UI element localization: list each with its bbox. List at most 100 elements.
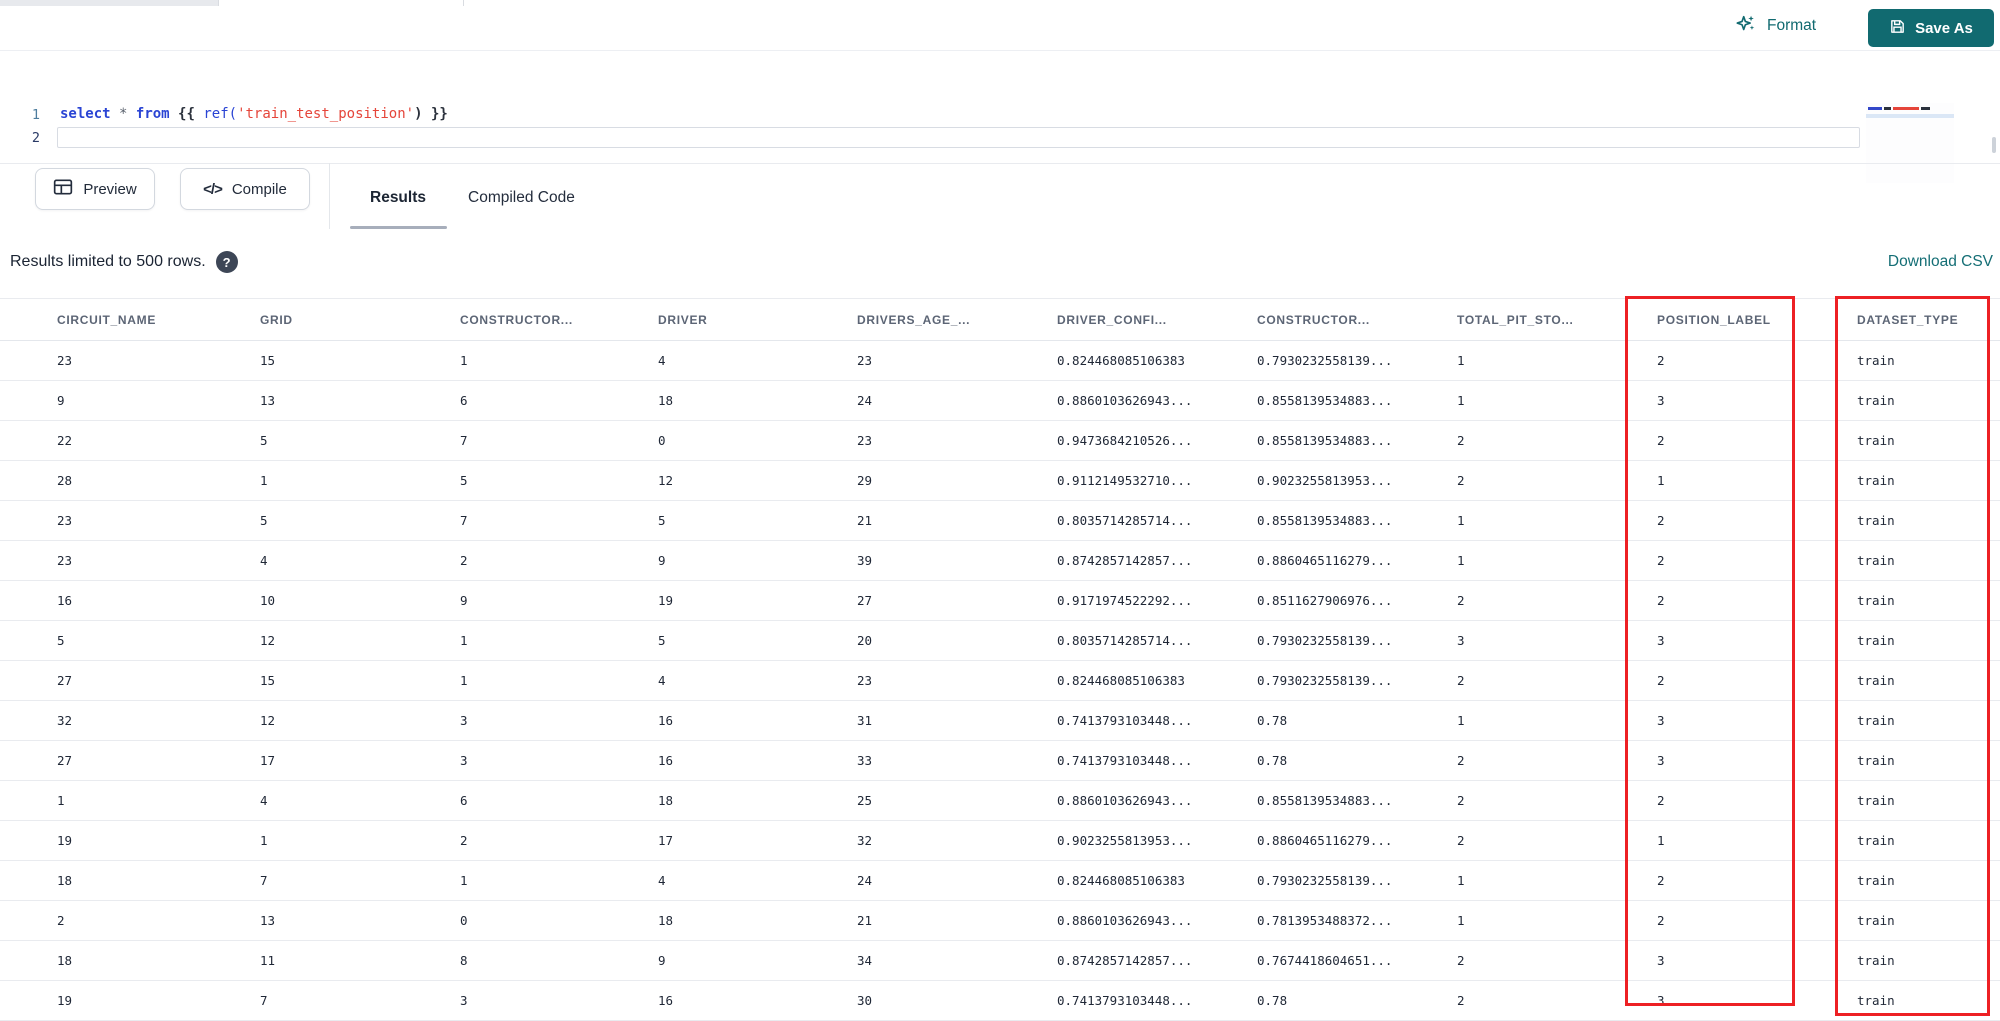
table-cell: 12 [658,473,674,488]
table-grid-icon [53,178,73,200]
code-token: from [135,106,170,122]
table-row: 1 4 6 18 25 0.8860103626943... 0.8558139534883… [0,781,2000,821]
minimap-code-line [1868,107,1930,110]
table-cell: 23 [57,553,73,568]
tab-compiled-code[interactable]: Compiled Code [468,189,575,207]
table-cell: 0.8860103626943... [1057,913,1193,928]
table-cell: train [1857,593,1895,608]
table-cell: 2 [1457,993,1465,1008]
table-cell: 12 [260,713,276,728]
column-header: CIRCUIT_NAME [57,312,157,327]
table-cell: 27 [57,673,73,688]
table-cell: 16 [658,713,674,728]
table-cell: 2 [1457,833,1465,848]
table-row: 23 5 7 5 21 0.8035714285714... 0.8558139534883… [0,501,2000,541]
table-cell: 25 [857,793,873,808]
table-cell: 3 [1657,753,1665,768]
section-divider [329,163,330,229]
tabstrip-inactive-segment[interactable] [0,0,218,6]
table-row: 27 15 1 4 23 0.824468085106383 0.7930232558139… [0,661,2000,701]
table-cell: 0.7413793103448... [1057,713,1193,728]
table-cell: 3 [460,993,468,1008]
results-limit-text: Results limited to 500 rows. [10,253,206,270]
preview-button[interactable]: Preview [35,168,155,210]
column-header: GRID [260,312,293,327]
table-cell: 5 [260,513,268,528]
table-cell: train [1857,833,1895,848]
table-cell: 1 [260,833,268,848]
table-cell: 31 [857,713,873,728]
compile-button[interactable]: </> Compile [180,168,310,210]
table-row: 23 4 2 9 39 0.8742857142857... 0.8860465116279… [0,541,2000,581]
table-cell: 10 [260,593,276,608]
table-row: 22 5 7 0 23 0.9473684210526... 0.8558139534883… [0,421,2000,461]
table-cell: 2 [1457,673,1465,688]
table-cell: train [1857,913,1895,928]
table-cell: 1 [460,353,468,368]
table-cell: 7 [460,513,468,528]
scrollbar-thumb[interactable] [1992,137,1996,153]
table-cell: 8 [460,953,468,968]
table-cell: 23 [57,353,73,368]
table-cell: 29 [857,473,873,488]
table-row: 32 12 3 16 31 0.7413793103448... 0.78 1 3 train [0,701,2000,741]
table-cell: train [1857,393,1895,408]
column-header: CONSTRUCTOR... [460,312,573,327]
table-cell: 7 [260,993,268,1008]
table-cell: 17 [260,753,276,768]
active-tab-underline [350,226,447,229]
table-cell: train [1857,633,1895,648]
table-cell: 0.8558139534883... [1257,433,1393,448]
table-cell: 1 [1457,393,1465,408]
table-cell: 22 [57,433,73,448]
table-row: 28 1 5 12 29 0.9112149532710... 0.902325581395… [0,461,2000,501]
table-cell: 2 [1657,913,1665,928]
download-csv-link[interactable]: Download CSV [1888,253,1993,271]
table-cell: train [1857,353,1895,368]
table-cell: train [1857,953,1895,968]
table-cell: 3 [1657,713,1665,728]
table-row: 2 13 0 18 21 0.8860103626943... 0.781395348837… [0,901,2000,941]
table-cell: 3 [1657,633,1665,648]
table-cell: 0.8860465116279... [1257,553,1393,568]
table-cell: 39 [857,553,873,568]
preview-label: Preview [83,180,137,198]
table-cell: 2 [1657,673,1665,688]
line-number: 1 [31,107,40,123]
column-header: DATASET_TYPE [1857,312,1959,327]
table-cell: 0.7930232558139... [1257,353,1393,368]
tab-separator [463,0,464,6]
table-cell: 23 [857,433,873,448]
table-cell: 1 [1457,873,1465,888]
save-icon [1889,18,1906,39]
table-cell: 0.7813953488372... [1257,913,1393,928]
table-cell: 4 [260,553,268,568]
help-icon[interactable]: ? [215,251,238,273]
table-cell: 0.824468085106383 [1057,873,1185,888]
table-cell: 2 [57,913,65,928]
table-cell: 34 [857,953,873,968]
sql-editor[interactable]: 1 2 select * from {{ ref('train_test_pos… [0,51,2000,183]
save-as-button[interactable]: Save As [1868,9,1994,47]
table-cell: 1 [1457,713,1465,728]
table-cell: 0.78 [1257,753,1288,768]
table-cell: 1 [1457,913,1465,928]
editor-minimap[interactable] [1866,103,1954,183]
table-cell: 2 [1457,953,1465,968]
table-cell: 0.7930232558139... [1257,633,1393,648]
table-cell: 3 [460,713,468,728]
table-cell: 15 [260,673,276,688]
table-cell: 1 [1457,513,1465,528]
table-cell: 1 [1457,353,1465,368]
table-cell: 7 [460,433,468,448]
table-cell: 3 [1657,953,1665,968]
table-cell: 0.8742857142857... [1057,953,1193,968]
format-button[interactable]: Format [1735,13,1816,39]
table-cell: 9 [658,953,666,968]
tab-results[interactable]: Results [370,189,426,207]
table-cell: 2 [1457,433,1465,448]
table-cell: 0.8558139534883... [1257,393,1393,408]
table-row: 18 7 1 4 24 0.824468085106383 0.7930232558139.… [0,861,2000,901]
column-header: DRIVERS_AGE_... [857,312,971,327]
table-cell: train [1857,753,1895,768]
